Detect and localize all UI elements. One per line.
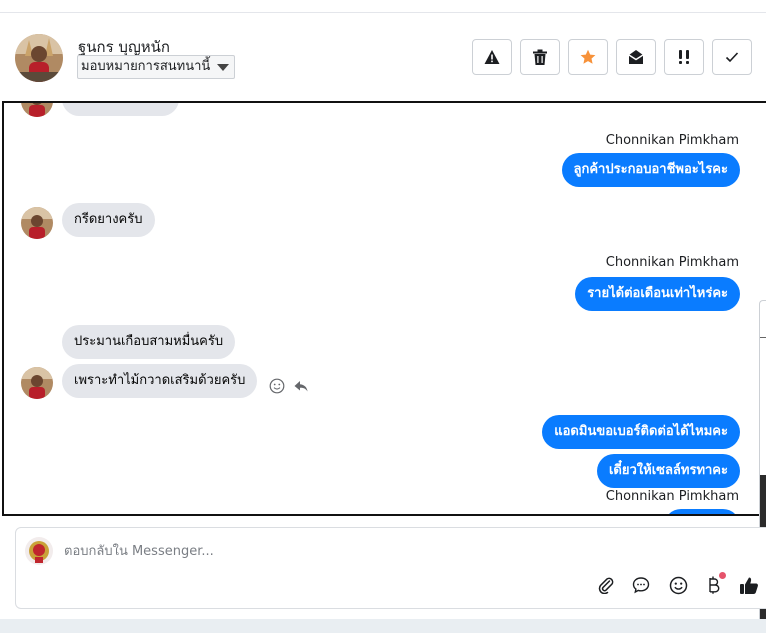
page-avatar <box>25 537 53 565</box>
incoming-message[interactable]: ครับทำงานทั่วไป <box>62 103 179 116</box>
assign-label: มอบหมายการสนทนานี้ <box>81 59 211 74</box>
mark-done-button[interactable] <box>712 39 752 75</box>
outgoing-message[interactable]: เดี๋ยวให้เซลล์ทรทาคะ <box>596 454 740 488</box>
contact-avatar-small <box>21 103 53 117</box>
emoji-icon[interactable] <box>667 574 689 596</box>
mark-unread-button[interactable] <box>616 39 656 75</box>
sender-name: Chonnikan Pimkham <box>605 489 739 504</box>
incoming-message[interactable]: ประมานเกือบสามหมื่นครับ <box>62 325 236 359</box>
contact-avatar[interactable] <box>15 34 63 82</box>
bottom-bar <box>0 619 766 633</box>
check-icon <box>725 52 739 63</box>
notification-dot <box>719 572 726 579</box>
contact-avatar-small <box>21 367 53 399</box>
envelope-open-icon <box>628 50 644 64</box>
exclamation-icon <box>679 50 689 64</box>
warning-triangle-icon <box>484 50 500 64</box>
inbox-conversation-panel: ฐนกร บุญหนัก มอบหมายการสนทนานี้ ครับทำ <box>0 0 766 633</box>
caret-down-icon <box>217 64 230 71</box>
sender-name: Chonnikan Pimkham <box>605 255 739 270</box>
star-button[interactable] <box>568 39 608 75</box>
outgoing-message[interactable]: รายได้ต่อเดือนเท่าไหร่คะ <box>575 277 740 311</box>
reply-composer <box>15 527 766 609</box>
outgoing-message[interactable]: ลูกค้าประกอบอาชีพอะไรคะ <box>561 153 740 187</box>
outgoing-message[interactable] <box>664 509 740 514</box>
delete-button[interactable] <box>520 39 560 75</box>
sender-name: Chonnikan Pimkham <box>605 133 739 148</box>
assign-conversation-dropdown[interactable]: มอบหมายการสนทนานี้ <box>77 55 236 79</box>
message-thread[interactable]: ครับทำงานทั่วไป Chonnikan Pimkham ลูกค้า… <box>2 101 766 516</box>
outgoing-message[interactable]: แอดมินขอเบอร์ติดต่อได้ไหมคะ <box>542 415 740 449</box>
trash-icon <box>533 49 547 65</box>
contact-avatar-small <box>21 207 53 239</box>
incoming-message[interactable]: เพราะทำไม้กวาดเสริมด้วยครับ <box>62 364 258 398</box>
saved-replies-icon[interactable] <box>630 574 652 596</box>
attachment-icon[interactable] <box>595 574 617 596</box>
reply-input[interactable] <box>64 540 664 562</box>
follow-up-button[interactable] <box>664 39 704 75</box>
react-emoji-icon[interactable] <box>269 378 285 394</box>
incoming-message[interactable]: กรีดยางครับ <box>62 203 155 237</box>
star-icon <box>580 49 596 64</box>
payment-icon[interactable] <box>702 572 726 596</box>
reply-arrow-icon[interactable] <box>293 378 309 394</box>
side-panel-edge-mid <box>760 337 766 475</box>
report-spam-button[interactable] <box>472 39 512 75</box>
conversation-header: ฐนกร บุญหนัก มอบหมายการสนทนานี้ <box>0 13 766 101</box>
like-icon[interactable] <box>738 574 760 596</box>
